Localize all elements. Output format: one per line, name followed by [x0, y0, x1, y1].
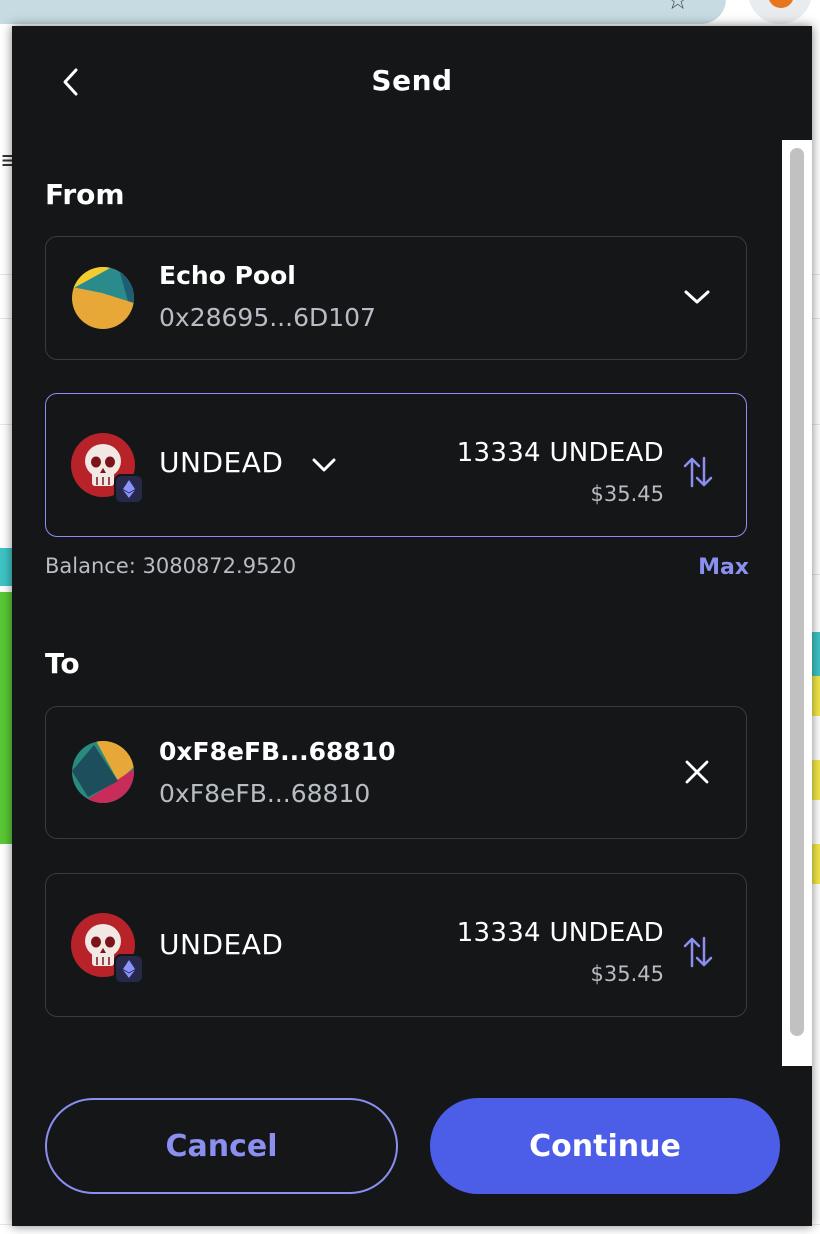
recipient-field[interactable]: 0xF8eFB...68810 0xF8eFB...68810 [45, 706, 747, 839]
background-cell [812, 760, 820, 800]
scrollbar[interactable] [782, 140, 812, 1066]
send-fiat-value: $35.45 [590, 482, 664, 506]
receive-fiat-value: $35.45 [590, 962, 664, 986]
receive-amount: 13334 UNDEAD [456, 918, 664, 948]
send-amount[interactable]: 13334 UNDEAD [457, 438, 664, 468]
continue-button[interactable]: Continue [430, 1098, 780, 1194]
bookmark-star-icon[interactable]: ☆ [666, 0, 689, 16]
background-cell [0, 548, 12, 586]
scrollbar-thumb[interactable] [790, 148, 804, 1036]
recipient-address: 0xF8eFB...68810 [159, 779, 371, 808]
account-avatar [72, 267, 134, 329]
cancel-button[interactable]: Cancel [45, 1098, 398, 1194]
background-cell [812, 676, 820, 716]
from-account-address: 0x28695...6D107 [159, 303, 376, 332]
swap-icon[interactable] [682, 935, 714, 969]
ethereum-icon [114, 474, 144, 504]
swap-icon[interactable] [682, 455, 714, 489]
extension-icon[interactable] [748, 0, 812, 24]
background-cell [812, 844, 820, 884]
skull-token-icon [70, 432, 144, 504]
chevron-down-icon[interactable] [682, 287, 712, 307]
page-title: Send [371, 64, 453, 97]
recipient-avatar [72, 741, 134, 803]
from-label: From [45, 178, 125, 211]
balance-text: Balance: 3080872.9520 [45, 554, 297, 578]
token-chevron-down-icon[interactable] [310, 456, 338, 474]
receive-amount-card: UNDEAD 13334 UNDEAD $35.45 [45, 873, 747, 1017]
from-account-selector[interactable]: Echo Pool 0x28695...6D107 [45, 236, 747, 360]
to-label: To [45, 647, 80, 680]
send-token-symbol[interactable]: UNDEAD [159, 446, 283, 479]
from-account-name: Echo Pool [159, 261, 296, 290]
close-icon[interactable] [682, 757, 712, 787]
ethereum-icon [114, 954, 144, 984]
recipient-name: 0xF8eFB...68810 [159, 737, 396, 766]
address-bar[interactable] [0, 0, 726, 24]
send-amount-input[interactable]: UNDEAD 13334 UNDEAD $35.45 [45, 393, 747, 537]
skull-token-icon [70, 912, 144, 984]
background-cell [812, 632, 820, 676]
max-button[interactable]: Max [698, 555, 749, 580]
send-dialog: Send From Echo Pool 0x28695...6D107 UNDE… [12, 26, 812, 1226]
receive-token-symbol: UNDEAD [159, 928, 284, 961]
